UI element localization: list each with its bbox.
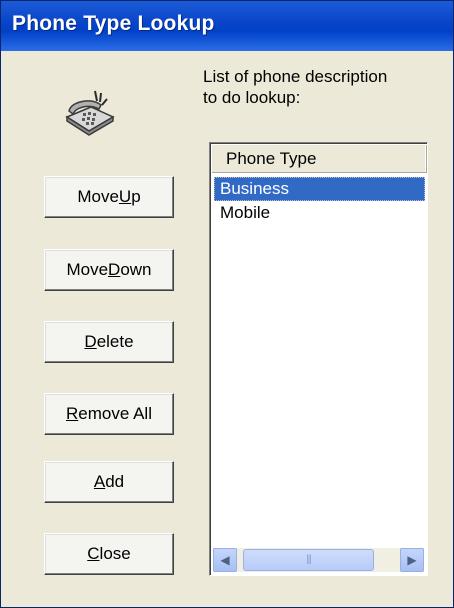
accelerator-key: A xyxy=(93,472,106,491)
arrow-right-icon[interactable]: ▶ xyxy=(400,548,424,572)
close-button[interactable]: Close xyxy=(44,533,174,575)
column-header-phone-type[interactable]: Phone Type xyxy=(212,145,427,173)
list-item[interactable]: Business xyxy=(214,177,425,201)
remove-all-button[interactable]: Remove All xyxy=(44,393,174,435)
scrollbar-thumb[interactable]: ||| xyxy=(243,549,374,571)
button-label: Move xyxy=(77,187,119,206)
button-label: Move xyxy=(66,260,109,279)
move-up-button[interactable]: Move Up xyxy=(44,176,174,218)
button-label: lose xyxy=(99,544,131,563)
button-label: dd xyxy=(105,472,125,491)
delete-button[interactable]: Delete xyxy=(44,321,174,363)
horizontal-scrollbar[interactable]: ◀ ||| ▶ xyxy=(213,548,424,572)
accelerator-key: U xyxy=(118,187,132,206)
window-title: Phone Type Lookup xyxy=(12,12,215,35)
accelerator-key: R xyxy=(66,404,79,423)
button-label: own xyxy=(120,260,152,279)
phone-type-lookup-window: Phone Type Lookup List of phone descript… xyxy=(0,0,454,608)
grip-icon: ||| xyxy=(306,554,312,565)
accelerator-key: D xyxy=(84,332,97,351)
list-description: List of phone description to do lookup: xyxy=(203,67,388,107)
add-button[interactable]: Add xyxy=(44,461,174,503)
button-label: p xyxy=(131,187,141,206)
accelerator-key: D xyxy=(108,260,121,279)
move-down-button[interactable]: Move Down xyxy=(44,249,174,291)
phone-type-list[interactable]: Phone Type Business Mobile ◀ ||| ▶ xyxy=(209,142,428,576)
list-item[interactable]: Mobile xyxy=(214,201,425,225)
title-bar[interactable]: Phone Type Lookup xyxy=(1,1,453,51)
arrow-left-icon[interactable]: ◀ xyxy=(213,548,237,572)
accelerator-key: C xyxy=(87,544,100,563)
button-label: elete xyxy=(96,332,134,351)
button-label: emove All xyxy=(78,404,152,423)
telephone-ringing-icon xyxy=(65,90,115,136)
